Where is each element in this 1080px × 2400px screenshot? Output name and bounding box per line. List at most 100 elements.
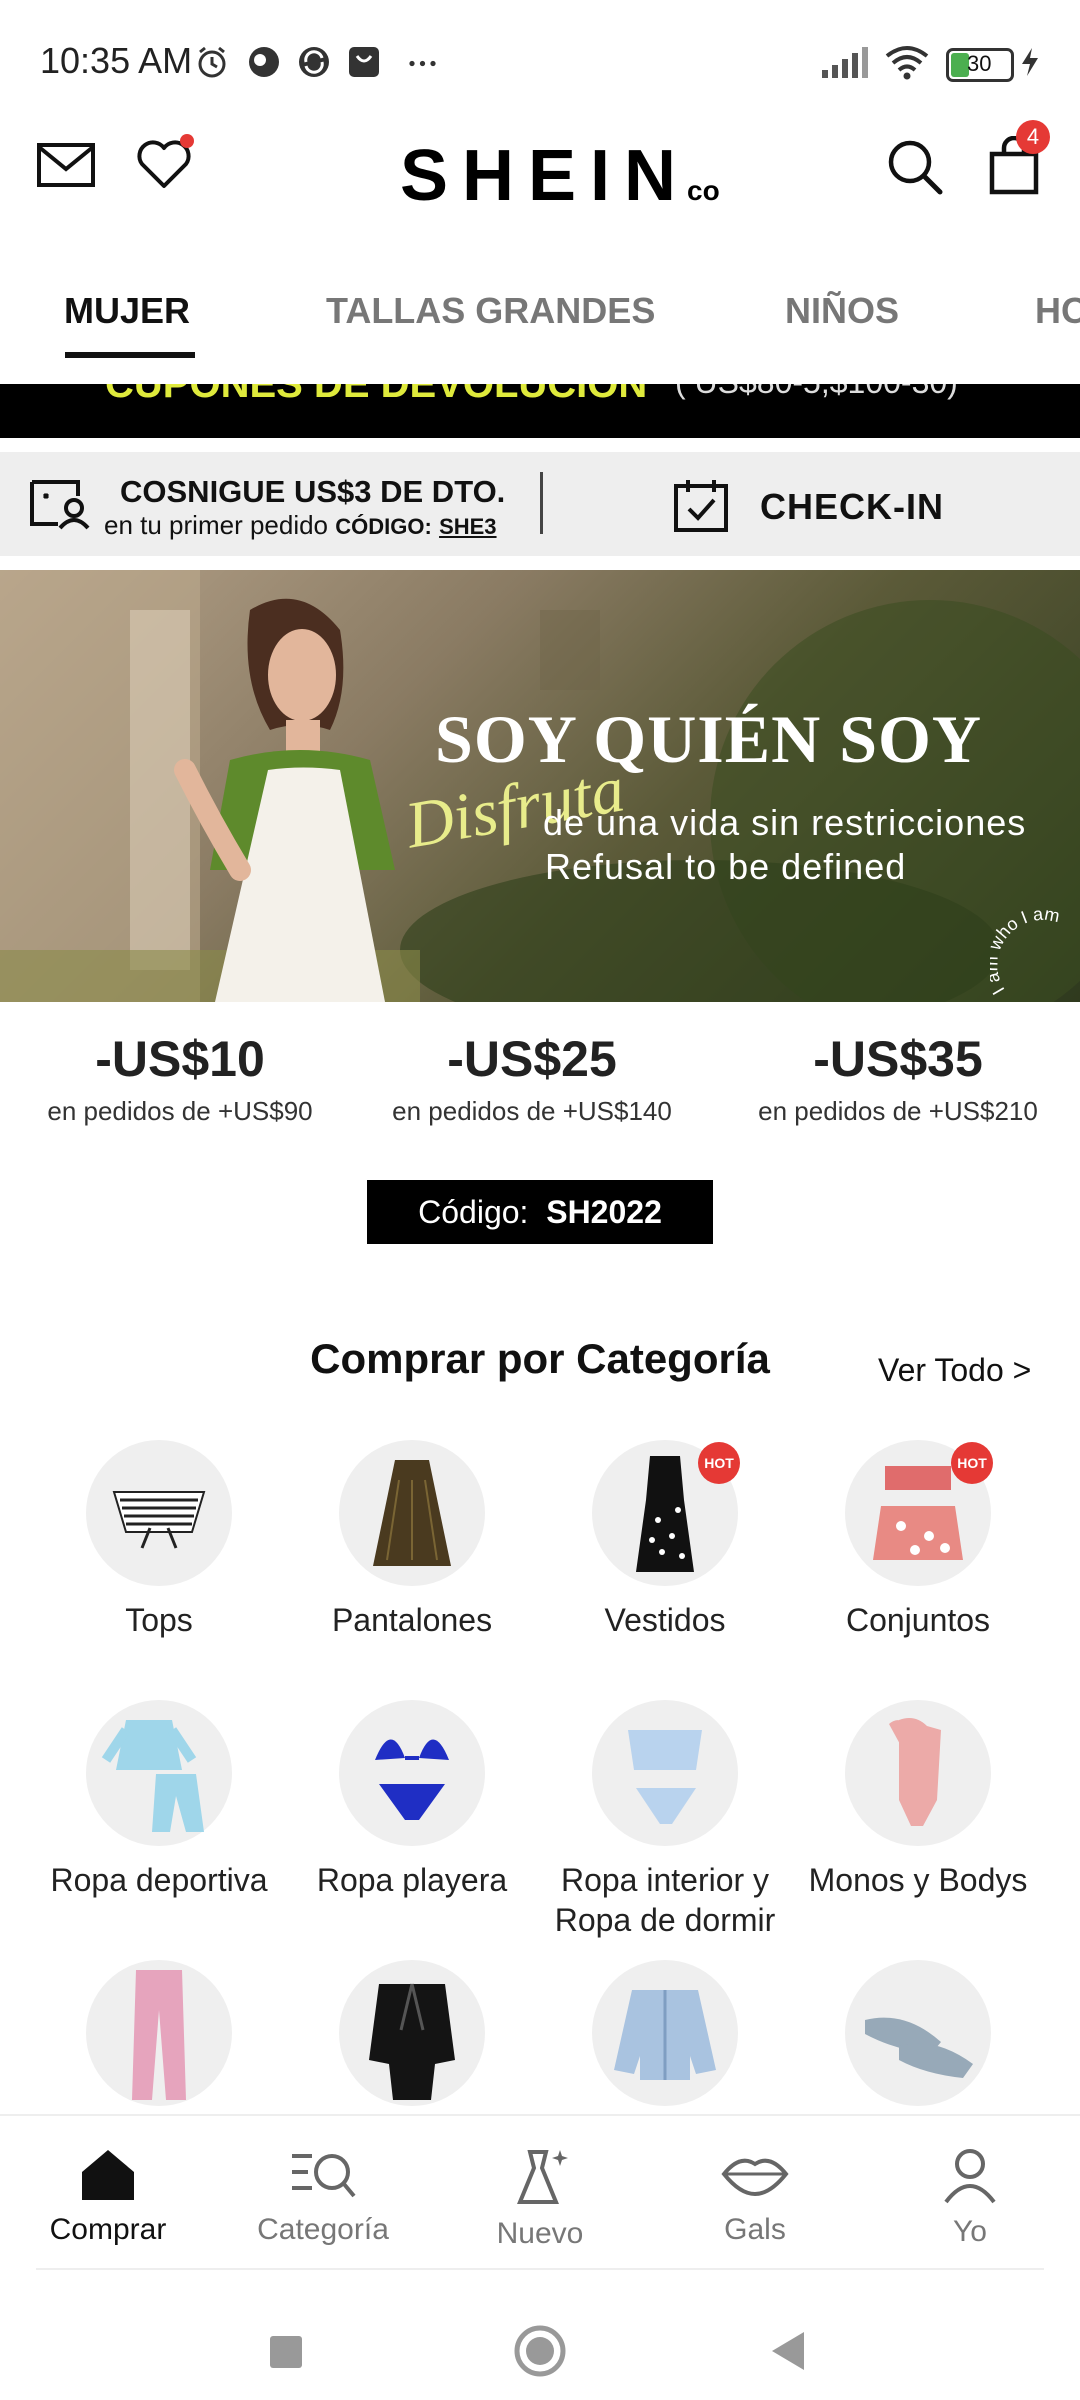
category-label: Conjuntos (845, 1602, 991, 1638)
discount-tier-3: -US$35 en pedidos de +US$210 (718, 1030, 1078, 1127)
search-icon[interactable] (886, 138, 944, 196)
view-all-link[interactable]: Ver Todo > (878, 1352, 1031, 1389)
new-dress-icon (517, 2150, 568, 2204)
battery-level: 30 (967, 51, 992, 76)
svg-text:I am who I am: I am who I am (990, 910, 1061, 998)
tracksuit-image (86, 1700, 232, 1846)
sync-app-icon (299, 47, 329, 77)
checkin-button[interactable]: CHECK-IN (760, 486, 944, 528)
nav-categoria[interactable]: Categoría (223, 2146, 423, 2247)
first-order-coupon-row[interactable]: COSNIGUE US$3 DE DTO. en tu primer pedid… (0, 452, 1080, 556)
category-cardigans[interactable] (545, 1960, 785, 2106)
category-ropa-playera[interactable]: Ropa playera (292, 1700, 532, 1900)
bodysuit-image (845, 1700, 991, 1846)
nav-label: Nuevo (496, 2217, 584, 2250)
shopping-app-icon (349, 47, 379, 77)
status-bar: 10:35 AM 30 (0, 0, 1080, 120)
charging-bolt-icon (1022, 48, 1038, 76)
system-navigation-bar (0, 2290, 1080, 2400)
coupon-code: SHE3 (439, 514, 497, 539)
alarm-icon (198, 46, 226, 78)
coupon-subtitle: en tu primer pedido CÓDIGO: SHE3 (104, 510, 497, 541)
discount-amount: -US$25 (447, 1031, 617, 1087)
notification-dot (180, 134, 194, 148)
wifi-icon (885, 46, 929, 80)
floral-dress-image: HOT (592, 1440, 740, 1586)
tab-tallas-grandes[interactable]: TALLAS GRANDES (326, 290, 655, 332)
coupon-divider (540, 472, 543, 534)
promo-code-label: Código: (418, 1194, 529, 1230)
recents-icon[interactable] (268, 2334, 304, 2370)
cart-button[interactable]: 4 (986, 120, 1050, 196)
category-monos-bodys[interactable]: Monos y Bodys (798, 1700, 1038, 1900)
nav-label: Gals (724, 2213, 786, 2246)
hero-corner-text: I am who I am (990, 910, 1061, 998)
nav-comprar[interactable]: Comprar (8, 2146, 208, 2247)
lingerie-image (592, 1700, 738, 1846)
category-label: Ropa playera (316, 1862, 508, 1898)
coupon-user-icon (30, 480, 90, 530)
category-tops[interactable]: Tops (39, 1440, 279, 1640)
return-coupons-strip[interactable]: CUPONES DE DEVOLUCIÓN ( US$80-5,$100-30) (0, 384, 1080, 438)
mail-icon[interactable] (36, 142, 96, 188)
category-label: Vestidos (604, 1602, 726, 1638)
discount-condition: en pedidos de +US$210 (758, 1096, 1038, 1126)
category-pantalones[interactable]: Pantalones (292, 1440, 532, 1640)
coupon-title: COSNIGUE US$3 DE DTO. (120, 474, 506, 509)
category-label: Ropa interior y Ropa de dormir (554, 1862, 776, 1938)
cart-count-badge: 4 (1016, 120, 1050, 154)
home-circle-icon[interactable] (513, 2324, 567, 2378)
active-tab-indicator (65, 352, 195, 358)
promo-strip-title: CUPONES DE DEVOLUCIÓN (105, 384, 648, 406)
promo-code-box[interactable]: Código: SH2022 (367, 1180, 713, 1244)
category-label: Ropa deportiva (50, 1862, 268, 1898)
blue-cardigan-image (592, 1960, 738, 2106)
tab-ninos[interactable]: NIÑOS (785, 290, 899, 332)
nav-divider (36, 2268, 1044, 2270)
home-icon (82, 2150, 134, 2200)
app-notification-icon (249, 47, 279, 77)
back-icon[interactable] (770, 2330, 806, 2372)
nav-label: Yo (953, 2215, 987, 2248)
discount-amount: -US$35 (813, 1031, 983, 1087)
app-header: SHEIN co 4 (0, 120, 1080, 260)
pink-jeans-image (86, 1960, 232, 2106)
discount-condition: en pedidos de +US$90 (47, 1096, 313, 1126)
hero-title: SOY QUIÉN SOY (435, 701, 983, 777)
nav-yo[interactable]: Yo (870, 2146, 1070, 2249)
category-blazers[interactable] (292, 1960, 532, 2106)
hero-banner[interactable]: SOY QUIÉN SOY Disfruta de una vida sin r… (0, 570, 1080, 1002)
nav-label: Categoría (257, 2213, 389, 2246)
black-blazer-image (339, 1960, 485, 2106)
shoes-image (845, 1960, 991, 2106)
discount-tier-1: -US$10 en pedidos de +US$90 (0, 1030, 360, 1127)
category-conjuntos[interactable]: HOT Conjuntos (798, 1440, 1038, 1640)
signal-icon (822, 47, 868, 78)
nav-gals[interactable]: Gals (655, 2146, 855, 2247)
category-shoes[interactable] (798, 1960, 1038, 2106)
hot-badge: HOT (951, 1442, 993, 1484)
hero-subtitle-1: de una vida sin restricciones (543, 802, 1027, 843)
tab-mujer[interactable]: MUJER (64, 290, 190, 332)
coupon-code-label: CÓDIGO: (335, 514, 432, 539)
tab-hombre[interactable]: HO (1035, 290, 1080, 332)
category-ropa-interior[interactable]: Ropa interior y Ropa de dormir (545, 1700, 785, 1940)
coupon-subtitle-text: en tu primer pedido (104, 510, 329, 540)
nav-nuevo[interactable]: Nuevo (440, 2146, 640, 2251)
wishlist-button[interactable] (136, 134, 194, 190)
nav-label: Comprar (49, 2213, 167, 2246)
category-label: Tops (125, 1602, 193, 1638)
category-jeans[interactable] (39, 1960, 279, 2106)
striped-top-image (86, 1440, 232, 1586)
hero-corner-stamp: I am who I am (990, 910, 1061, 998)
skirt-image (339, 1440, 485, 1586)
discount-tier-2: -US$25 en pedidos de +US$140 (352, 1030, 712, 1127)
bikini-image (339, 1700, 485, 1846)
category-vestidos[interactable]: HOT Vestidos (545, 1440, 785, 1640)
category-search-icon (292, 2154, 356, 2198)
hero-subtitle-2: Refusal to be defined (545, 846, 907, 887)
category-tabs: MUJER TALLAS GRANDES NIÑOS HO (0, 270, 1080, 380)
category-ropa-deportiva[interactable]: Ropa deportiva (39, 1700, 279, 1900)
promo-strip-detail: ( US$80-5,$100-30) (675, 384, 958, 401)
calendar-check-icon[interactable] (672, 476, 730, 534)
